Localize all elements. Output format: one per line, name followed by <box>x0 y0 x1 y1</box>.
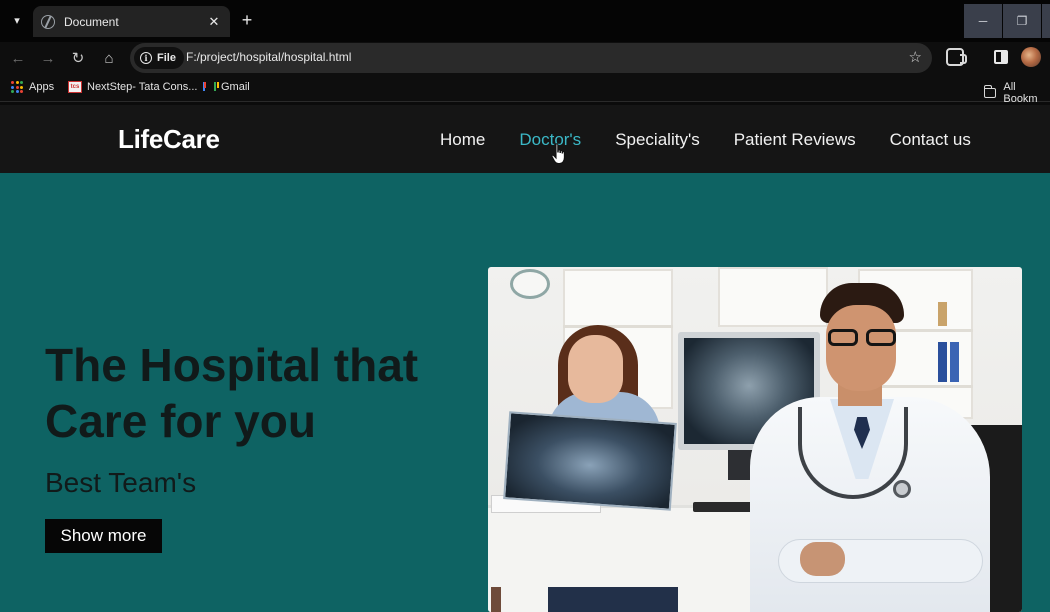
doctor-glasses <box>828 329 900 346</box>
hero-title: The Hospital that Care for you <box>45 339 419 447</box>
nav-link-contact[interactable]: Contact us <box>890 130 971 150</box>
address-bar[interactable]: i File F:/project/hospital/hospital.html… <box>130 43 932 73</box>
tcs-favicon-icon: tcs <box>68 81 82 93</box>
show-more-button[interactable]: Show more <box>45 519 162 553</box>
keyboard <box>693 502 758 512</box>
page-viewport: LifeCare Home Doctor's Speciality's Pati… <box>0 105 1050 612</box>
glasses-lens <box>866 329 896 346</box>
forward-arrow-icon[interactable]: → <box>38 48 58 68</box>
hero-subtitle: Best Team's <box>45 467 197 498</box>
desk-leg <box>491 587 501 612</box>
doctor-face <box>826 305 896 391</box>
woman-face <box>568 335 623 403</box>
browser-tab[interactable]: Document ✕ <box>33 6 230 37</box>
xray-film <box>503 411 677 511</box>
window-controls: ─ ❐ <box>963 4 1050 38</box>
all-bookmarks-folder[interactable]: All Bookm <box>983 81 1050 105</box>
bookmark-apps[interactable]: Apps <box>11 81 54 93</box>
tab-close-icon[interactable]: ✕ <box>206 14 222 30</box>
new-tab-button[interactable]: + <box>237 10 257 30</box>
binder <box>950 342 959 382</box>
browser-tab-bar: ▾ Document ✕ + ─ ❐ <box>0 0 1050 42</box>
bookmark-gmail[interactable]: Gmail <box>203 81 250 93</box>
wall-clock <box>510 269 550 299</box>
shelf-board <box>563 325 673 328</box>
apps-grid-icon <box>11 81 23 93</box>
doctor-hands <box>800 542 845 576</box>
tab-search-chevron-icon[interactable]: ▾ <box>6 9 28 31</box>
home-icon[interactable]: ⌂ <box>99 48 119 68</box>
info-icon: i <box>140 52 152 64</box>
back-arrow-icon[interactable]: ← <box>8 48 28 68</box>
reload-icon[interactable]: ↻ <box>68 48 88 68</box>
globe-icon <box>41 14 55 29</box>
site-info-label: File <box>157 52 176 64</box>
bookmark-nextstep[interactable]: tcs NextStep- Tata Cons... <box>68 81 197 93</box>
bookshelf <box>718 267 828 327</box>
hero-doctors-image <box>488 267 1022 612</box>
bookmark-star-icon[interactable]: ☆ <box>909 48 922 66</box>
site-navbar: LifeCare Home Doctor's Speciality's Pati… <box>0 105 1050 173</box>
bookmark-label: Apps <box>29 81 55 93</box>
minimize-button[interactable]: ─ <box>964 4 1002 38</box>
nav-link-home[interactable]: Home <box>440 130 485 150</box>
gmail-icon <box>203 82 216 92</box>
extensions-puzzle-icon[interactable] <box>946 48 967 66</box>
nav-link-specialities[interactable]: Speciality's <box>615 130 700 150</box>
url-text[interactable]: F:/project/hospital/hospital.html <box>186 50 351 64</box>
stethoscope-head <box>893 480 911 498</box>
bookmarks-bar: Apps tcs NextStep- Tata Cons... Gmail Al… <box>0 74 1050 105</box>
all-bookmarks-label: All Bookm <box>1003 81 1038 105</box>
glasses-lens <box>828 329 858 346</box>
browser-toolbar: ← → ↻ ⌂ i File F:/project/hospital/hospi… <box>0 42 1050 74</box>
site-info-chip[interactable]: i File <box>134 47 184 69</box>
hand-pointer-cursor-icon <box>551 143 565 165</box>
close-window-button[interactable] <box>1042 4 1050 38</box>
side-panel-icon[interactable] <box>994 50 1008 64</box>
site-logo[interactable]: LifeCare <box>118 124 220 155</box>
nav-link-patient-reviews[interactable]: Patient Reviews <box>734 130 856 150</box>
profile-avatar[interactable] <box>1021 47 1041 67</box>
binder <box>938 302 947 326</box>
woman-legs <box>548 587 678 612</box>
main-menu: Home Doctor's Speciality's Patient Revie… <box>440 130 1005 150</box>
bookmark-label: NextStep- Tata Cons... <box>87 81 198 93</box>
restore-button[interactable]: ❐ <box>1003 4 1041 38</box>
tab-title: Document <box>64 14 119 29</box>
bookmark-label: Gmail <box>221 81 250 93</box>
binder <box>938 342 947 382</box>
folder-icon <box>983 85 997 98</box>
